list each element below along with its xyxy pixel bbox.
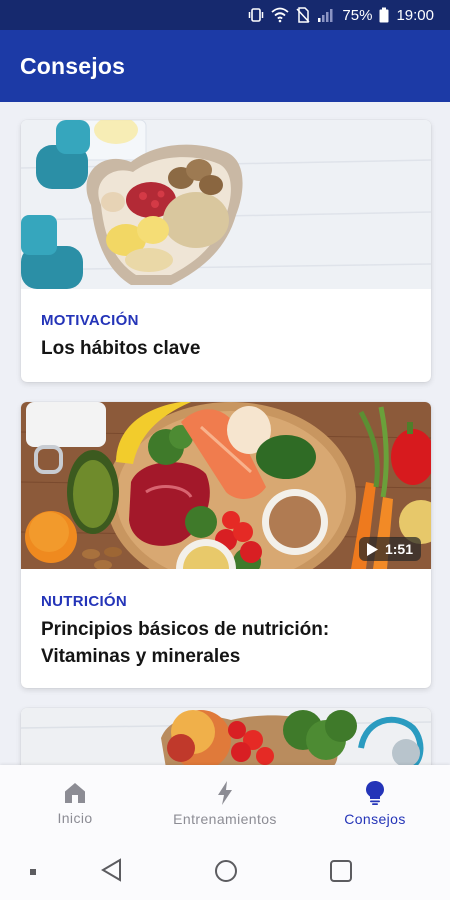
nav-label: Consejos bbox=[344, 810, 406, 827]
bolt-icon bbox=[218, 780, 232, 805]
tip-card[interactable]: 1:51 NUTRICIÓN Principios básicos de nut… bbox=[21, 402, 431, 688]
clock: 19:00 bbox=[396, 6, 434, 24]
nav-label: Entrenamientos bbox=[173, 810, 277, 827]
card-image bbox=[21, 708, 431, 765]
card-body: MOTIVACIÓN Los hábitos clave bbox=[21, 289, 431, 362]
recents-icon[interactable] bbox=[329, 859, 353, 883]
back-icon[interactable] bbox=[100, 858, 122, 882]
status-bar: 75% 19:00 bbox=[0, 0, 450, 30]
vibrate-icon bbox=[249, 8, 264, 22]
home-button-icon[interactable] bbox=[214, 859, 238, 883]
battery-icon bbox=[379, 7, 389, 23]
system-navigation-bar bbox=[0, 842, 450, 900]
card-image bbox=[21, 120, 431, 289]
nav-label: Inicio bbox=[57, 809, 93, 826]
signal-icon bbox=[318, 9, 333, 22]
page-title: Consejos bbox=[20, 52, 126, 79]
video-duration-badge: 1:51 bbox=[358, 537, 421, 561]
nav-item-inicio[interactable]: Inicio bbox=[0, 765, 150, 842]
battery-percentage: 75% bbox=[342, 6, 373, 24]
lightbulb-icon bbox=[366, 780, 384, 805]
tips-feed[interactable]: MOTIVACIÓN Los hábitos clave 1:51 NUTRIC… bbox=[0, 102, 450, 765]
nav-item-consejos[interactable]: Consejos bbox=[300, 765, 450, 842]
tip-card[interactable] bbox=[21, 708, 431, 765]
menu-dot-icon[interactable] bbox=[29, 868, 37, 876]
app-bar: Consejos bbox=[0, 30, 450, 102]
wifi-icon bbox=[271, 7, 290, 23]
tip-card[interactable]: MOTIVACIÓN Los hábitos clave bbox=[21, 120, 431, 382]
video-duration: 1:51 bbox=[384, 541, 413, 557]
home-icon bbox=[65, 782, 85, 803]
bottom-navigation: Inicio Entrenamientos Consejos bbox=[0, 765, 450, 842]
card-body: NUTRICIÓN Principios básicos de nutrició… bbox=[21, 569, 431, 670]
no-sim-icon bbox=[296, 7, 310, 23]
play-icon bbox=[366, 542, 378, 556]
nav-item-entrenamientos[interactable]: Entrenamientos bbox=[150, 765, 300, 842]
card-image: 1:51 bbox=[21, 402, 431, 569]
card-title: Principios básicos de nutrición: Vitamin… bbox=[41, 619, 330, 667]
card-title: Los hábitos clave bbox=[41, 338, 201, 359]
card-category: MOTIVACIÓN bbox=[41, 312, 139, 329]
card-category: NUTRICIÓN bbox=[41, 593, 128, 610]
